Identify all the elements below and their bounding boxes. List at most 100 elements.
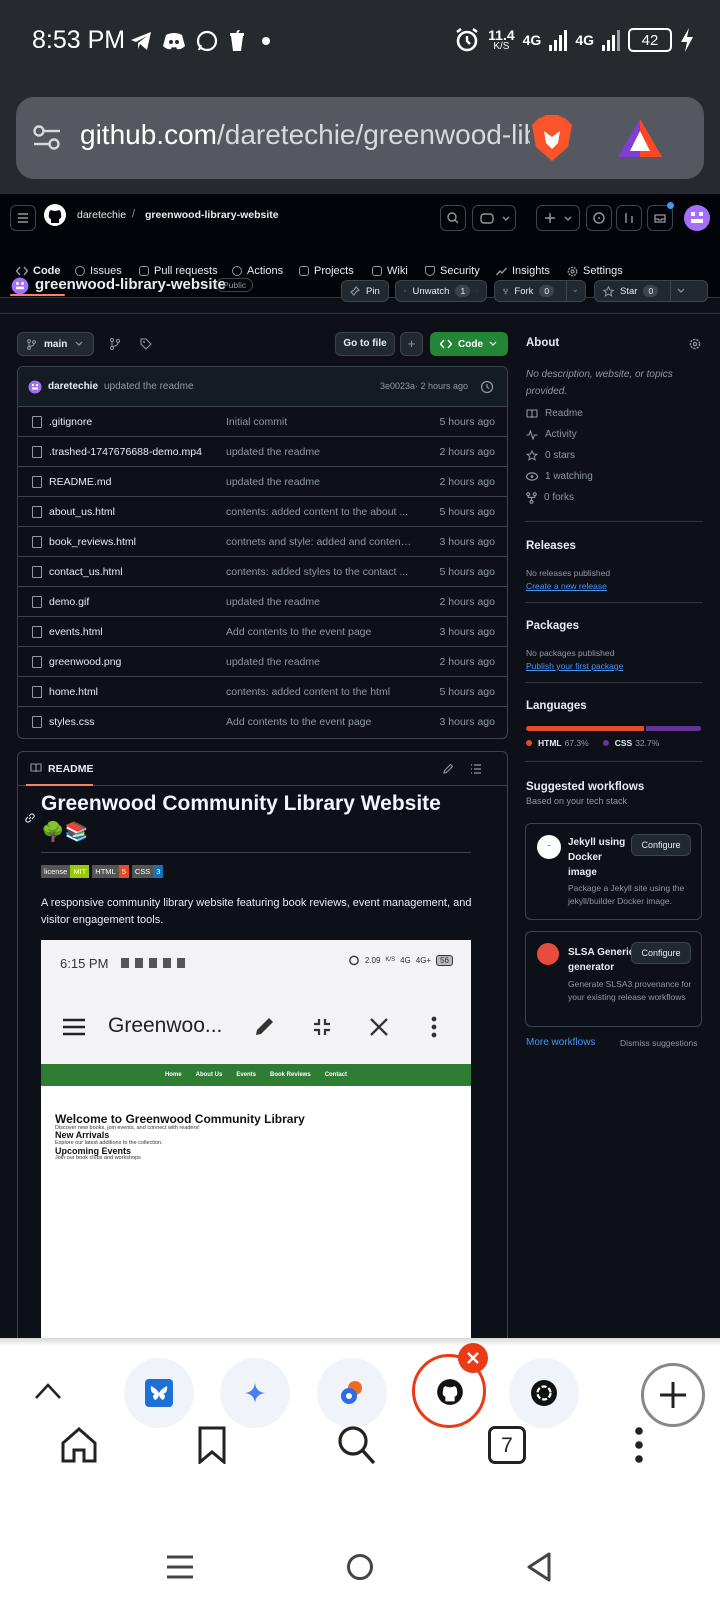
status-time: 8:53 PM	[32, 26, 126, 54]
fork-button[interactable]: Fork 0	[494, 280, 586, 302]
search-icon[interactable]	[336, 1424, 376, 1466]
repo-title[interactable]: greenwood-library-website	[35, 276, 226, 293]
sidebar-divider	[525, 682, 703, 683]
file-row[interactable]: README.md updated the readme 2 hours ago	[18, 467, 507, 497]
outline-icon[interactable]	[470, 763, 482, 775]
chevron-up-icon[interactable]	[33, 1381, 63, 1401]
eye-icon	[526, 472, 538, 481]
history-icon[interactable]	[480, 380, 494, 394]
recents-icon[interactable]	[166, 1554, 194, 1580]
tab-count-button[interactable]: 7	[488, 1426, 526, 1464]
site-settings-icon[interactable]	[32, 123, 62, 153]
file-row[interactable]: styles.css Add contents to the event page…	[18, 707, 507, 737]
file-row[interactable]: demo.gif updated the readme 2 hours ago	[18, 587, 507, 617]
workflows-heading: Suggested workflows	[526, 781, 645, 793]
file-row[interactable]: .trashed-1747676688-demo.mp4 updated the …	[18, 437, 507, 467]
file-row[interactable]: .gitignore Initial commit 5 hours ago	[18, 407, 507, 437]
forks-link[interactable]: 0 forks	[526, 487, 593, 508]
file-icon	[32, 566, 42, 578]
about-description: No description, website, or topics provi…	[526, 369, 673, 397]
gear-icon[interactable]	[689, 338, 701, 350]
brave-rewards-icon[interactable]	[616, 117, 664, 159]
more-workflows-link[interactable]: More workflows	[526, 1037, 595, 1048]
stars-link[interactable]: 0 stars	[526, 445, 593, 466]
configure-jekyll-button[interactable]: Configure	[631, 834, 691, 856]
releases-heading[interactable]: Releases	[526, 540, 576, 552]
breadcrumb-repo[interactable]: greenwood-library-website	[145, 209, 279, 221]
readme-link[interactable]: Readme	[526, 403, 593, 424]
pencil-icon[interactable]	[442, 763, 454, 775]
language-html[interactable]: HTML 67.3%	[526, 738, 589, 748]
bluesky-icon	[145, 1379, 173, 1407]
back-icon[interactable]	[526, 1552, 552, 1582]
address-bar[interactable]: github.com/daretechie/greenwood-lib	[16, 97, 704, 179]
unwatch-button[interactable]: Unwatch 1	[395, 280, 487, 302]
file-row[interactable]: home.html contents: added content to the …	[18, 677, 507, 707]
pin-button[interactable]: Pin	[341, 280, 389, 302]
bookmark-icon[interactable]	[197, 1426, 227, 1464]
inbox-unread-dot	[667, 202, 674, 209]
brave-shields-icon[interactable]	[530, 113, 574, 163]
branch-select[interactable]: main	[17, 332, 94, 356]
go-to-file-button[interactable]: Go to file	[335, 332, 395, 356]
dismiss-suggestions-link[interactable]: Dismiss suggestions	[620, 1038, 697, 1048]
tab-bluesky[interactable]	[124, 1358, 194, 1428]
issue-icon	[75, 266, 85, 276]
css-badge[interactable]: CSS 3	[131, 865, 164, 878]
tab-firefox-relay[interactable]	[317, 1358, 387, 1428]
html-badge[interactable]: HTML 5	[92, 865, 129, 878]
language-css[interactable]: CSS 32.7%	[602, 738, 659, 748]
cup-icon	[230, 30, 244, 51]
readme-tab[interactable]: README	[48, 763, 94, 775]
configure-slsa-button[interactable]: Configure	[631, 942, 691, 964]
star-button[interactable]: Star 0	[594, 280, 708, 302]
branches-icon[interactable]	[109, 338, 121, 350]
tab-chatgpt[interactable]	[509, 1358, 579, 1428]
file-row[interactable]: greenwood.png updated the readme 2 hours a…	[18, 647, 507, 677]
pull-requests-button[interactable]	[616, 205, 642, 231]
book-icon	[30, 763, 42, 773]
demo-screenshot: 6:15 PM 2.09 K/S 4G 4G+ 56 Greenwoo... H…	[41, 940, 471, 1350]
code-button[interactable]: Code	[430, 332, 508, 356]
more-vert-icon[interactable]	[634, 1427, 644, 1463]
url-text[interactable]: github.com/daretechie/greenwood-lib	[80, 119, 530, 151]
activity-link[interactable]: Activity	[526, 424, 593, 445]
table-icon	[299, 266, 309, 276]
language-bar	[526, 726, 701, 731]
readme-panel: README Greenwood Community Library Websi…	[17, 751, 508, 1351]
pencil-icon	[256, 1018, 273, 1035]
publish-package-link[interactable]: Publish your first package	[526, 661, 623, 671]
search-button[interactable]	[440, 205, 466, 231]
code-icon	[440, 339, 452, 349]
breadcrumb-owner[interactable]: daretechie	[77, 209, 126, 221]
issues-button[interactable]	[586, 205, 612, 231]
create-release-link[interactable]: Create a new release	[526, 581, 607, 591]
repo-sidebar: About No description, website, or topics…	[525, 330, 705, 1070]
github-logo-icon[interactable]	[43, 203, 67, 227]
home-nav-icon[interactable]	[346, 1553, 374, 1581]
add-file-button[interactable]: +	[400, 332, 423, 356]
tab-gemini[interactable]	[220, 1358, 290, 1428]
commit-author-avatar[interactable]	[28, 380, 42, 394]
file-row[interactable]: about_us.html contents: added content to …	[18, 497, 507, 527]
watching-link[interactable]: 1 watching	[526, 466, 593, 487]
menu-button[interactable]	[10, 205, 36, 231]
about-items: Readme Activity 0 stars 1 watching 0 for…	[526, 403, 593, 508]
commit-message[interactable]: updated the readme	[104, 381, 194, 392]
close-icon	[467, 1352, 479, 1364]
file-row[interactable]: book_reviews.html contnets and style: add…	[18, 527, 507, 557]
anchor-link-icon[interactable]	[24, 812, 36, 824]
avatar[interactable]	[683, 204, 711, 232]
create-new-button[interactable]	[536, 205, 580, 231]
tag-icon[interactable]	[140, 338, 152, 350]
file-row[interactable]: contact_us.html contents: added styles to…	[18, 557, 507, 587]
home-icon[interactable]	[60, 1426, 98, 1464]
new-tab-button[interactable]	[641, 1363, 705, 1427]
copilot-button[interactable]	[472, 205, 516, 231]
commit-sha[interactable]: 3e0023a	[380, 381, 415, 391]
commit-author[interactable]: daretechie	[48, 381, 98, 392]
file-row[interactable]: events.html Add contents to the event pag…	[18, 617, 507, 647]
close-tab-button[interactable]	[458, 1343, 488, 1373]
license-badge[interactable]: license MIT	[41, 865, 90, 878]
packages-heading[interactable]: Packages	[526, 620, 579, 632]
